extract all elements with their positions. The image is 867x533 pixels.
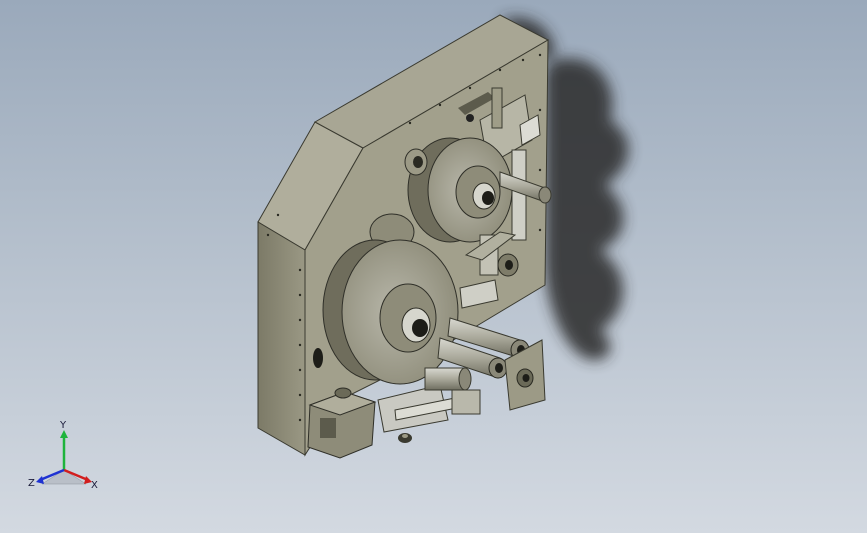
side-slot: [313, 348, 323, 368]
orientation-triad[interactable]: Y X Z: [22, 418, 108, 498]
3d-model-view[interactable]: [0, 0, 867, 533]
x-axis-label: X: [91, 480, 98, 491]
graphics-viewport[interactable]: Y X Z: [0, 0, 867, 533]
housing-front-edge: [257, 221, 306, 456]
z-axis-label: Z: [28, 478, 35, 489]
y-axis-label: Y: [59, 420, 67, 431]
lower-disc[interactable]: [322, 239, 459, 385]
